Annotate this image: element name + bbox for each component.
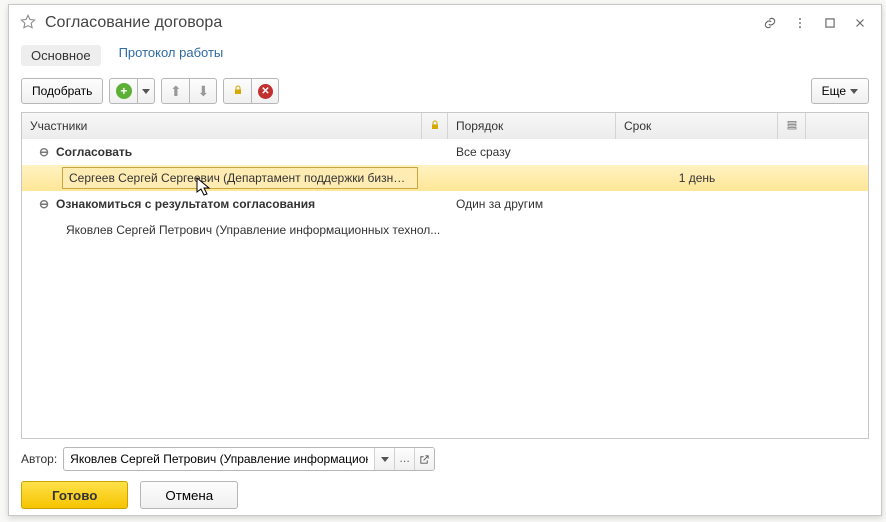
window-title: Согласование договора bbox=[45, 14, 751, 32]
chevron-down-icon bbox=[381, 457, 389, 462]
cancel-button[interactable]: Отмена bbox=[140, 481, 238, 509]
author-label: Автор: bbox=[21, 452, 57, 466]
move-up-button[interactable]: ⬆ bbox=[161, 78, 189, 104]
add-group: + bbox=[109, 78, 155, 104]
chevron-down-icon bbox=[850, 89, 858, 94]
author-dropdown-btn[interactable] bbox=[374, 448, 394, 470]
author-input[interactable] bbox=[64, 452, 374, 466]
lock-icon bbox=[429, 119, 441, 134]
author-combo: … bbox=[63, 447, 435, 471]
tab-main[interactable]: Основное bbox=[21, 45, 101, 66]
author-open-btn[interactable] bbox=[414, 448, 434, 470]
tab-protocol[interactable]: Протокол работы bbox=[119, 45, 224, 66]
participants-table: Участники Порядок Срок ⊖ Согласовать bbox=[21, 112, 869, 439]
author-ellipsis-btn[interactable]: … bbox=[394, 448, 414, 470]
col-term[interactable]: Срок bbox=[616, 113, 778, 139]
pick-button[interactable]: Подобрать bbox=[21, 78, 103, 104]
participant-row[interactable]: Яковлев Сергей Петрович (Управление инфо… bbox=[22, 217, 868, 243]
table-body: ⊖ Согласовать Все сразу Сергеев Сергей С… bbox=[22, 139, 868, 438]
order-value: Один за другим bbox=[448, 191, 616, 217]
done-button[interactable]: Готово bbox=[21, 481, 128, 509]
selected-cell: Сергеев Сергей Сергеевич (Департамент по… bbox=[62, 167, 418, 189]
toolbar: Подобрать + ⬆ ⬇ ✕ bbox=[9, 74, 881, 112]
col-extra-blank bbox=[806, 113, 868, 139]
col-participants[interactable]: Участники bbox=[22, 113, 422, 139]
participant-row-selected[interactable]: Сергеев Сергей Сергеевич (Департамент по… bbox=[22, 165, 868, 191]
move-group: ⬆ ⬇ bbox=[161, 78, 217, 104]
order-value: Все сразу bbox=[448, 139, 616, 165]
list-icon bbox=[786, 119, 798, 134]
move-down-button[interactable]: ⬇ bbox=[189, 78, 217, 104]
dialog-window: Согласование договора Основное Протокол … bbox=[8, 4, 882, 516]
group-name: Согласовать bbox=[56, 145, 132, 159]
col-lock[interactable] bbox=[422, 113, 448, 139]
arrow-up-icon: ⬆ bbox=[170, 83, 182, 100]
footer: Автор: … Готово Отмена bbox=[9, 439, 881, 515]
titlebar: Согласование договора bbox=[9, 5, 881, 41]
actions-row: Готово Отмена bbox=[21, 481, 869, 509]
favorite-star-icon[interactable] bbox=[19, 13, 37, 34]
participant-name: Яковлев Сергей Петрович (Управление инфо… bbox=[66, 223, 440, 237]
maximize-icon[interactable] bbox=[819, 12, 841, 34]
lock-delete-group: ✕ bbox=[223, 78, 279, 104]
add-button[interactable]: + bbox=[109, 78, 137, 104]
kebab-menu-icon[interactable] bbox=[789, 12, 811, 34]
expander-minus-icon[interactable]: ⊖ bbox=[38, 198, 50, 210]
group-name: Ознакомиться с результатом согласования bbox=[56, 197, 315, 211]
col-order[interactable]: Порядок bbox=[448, 113, 616, 139]
delete-button[interactable]: ✕ bbox=[251, 78, 279, 104]
lock-button[interactable] bbox=[223, 78, 251, 104]
group-row-approve[interactable]: ⊖ Согласовать Все сразу bbox=[22, 139, 868, 165]
chevron-down-icon bbox=[142, 89, 150, 94]
more-button[interactable]: Еще bbox=[811, 78, 869, 104]
plus-circle-icon: + bbox=[116, 83, 132, 99]
tabs: Основное Протокол работы bbox=[9, 41, 881, 74]
close-icon[interactable] bbox=[849, 12, 871, 34]
author-row: Автор: … bbox=[21, 447, 869, 471]
table-header: Участники Порядок Срок bbox=[22, 113, 868, 139]
term-value: 1 день bbox=[616, 165, 778, 191]
group-row-review[interactable]: ⊖ Ознакомиться с результатом согласовани… bbox=[22, 191, 868, 217]
expander-minus-icon[interactable]: ⊖ bbox=[38, 146, 50, 158]
lock-icon bbox=[232, 84, 244, 99]
link-icon[interactable] bbox=[759, 12, 781, 34]
add-dropdown[interactable] bbox=[137, 78, 155, 104]
delete-x-icon: ✕ bbox=[258, 84, 273, 99]
col-extra-icon[interactable] bbox=[778, 113, 806, 139]
arrow-down-icon: ⬇ bbox=[198, 83, 210, 100]
participant-name: Сергеев Сергей Сергеевич (Департамент по… bbox=[69, 171, 411, 185]
more-label: Еще bbox=[822, 84, 846, 98]
